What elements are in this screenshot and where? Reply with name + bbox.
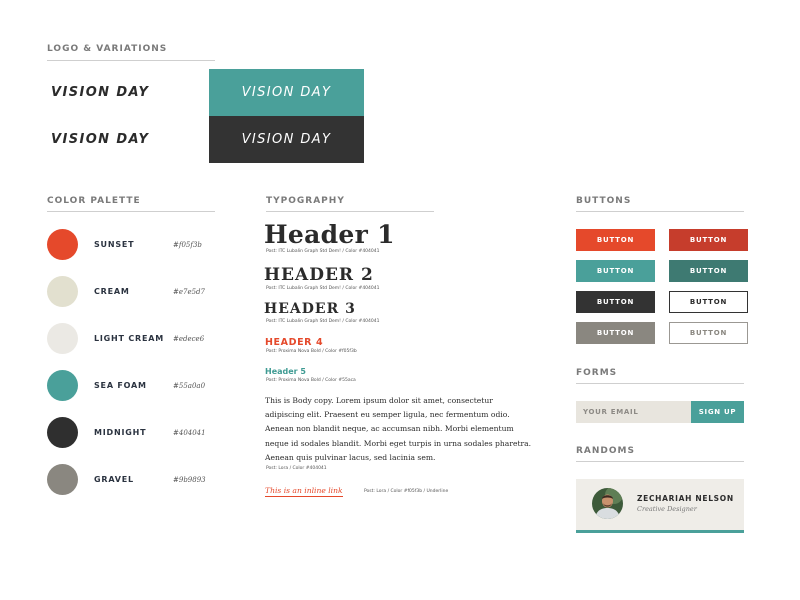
- sample-body-copy: This is Body copy. Lorem ipsum dolor sit…: [265, 396, 532, 462]
- spec-header-1: Post: ITC Lubalin Graph Std Dem! / Color…: [266, 249, 380, 254]
- sample-header-3: HEADER 3: [264, 301, 356, 317]
- swatch-sea-foam: [47, 370, 78, 401]
- button-gravel[interactable]: BUTTON: [576, 322, 655, 344]
- swatch-name: MIDNIGHT: [94, 428, 147, 437]
- spec-header-3: Post: ITC Lubalin Graph Std Dem! / Color…: [266, 319, 380, 324]
- section-title-randoms: RANDOMS: [576, 446, 635, 456]
- swatch-hex: #404041: [173, 429, 206, 437]
- section-divider: [47, 211, 215, 212]
- profile-card-accent: [576, 530, 744, 533]
- swatch-hex: #f05f3b: [173, 241, 202, 249]
- spec-header-2: Post: ITC Lubalin Graph Std Dem! / Color…: [266, 286, 380, 291]
- logo-secondary: VISION DAY: [51, 132, 150, 147]
- logo-midnight-variant: VISION DAY: [209, 116, 364, 163]
- swatch-hex: #edece6: [173, 335, 205, 343]
- section-divider: [266, 211, 434, 212]
- section-divider: [47, 60, 215, 61]
- section-title-logo: LOGO & VARIATIONS: [47, 44, 168, 54]
- swatch-light-cream: [47, 323, 78, 354]
- button-seafoam-dark[interactable]: BUTTON: [669, 260, 748, 282]
- button-seafoam[interactable]: BUTTON: [576, 260, 655, 282]
- swatch-hex: #9b9893: [173, 476, 206, 484]
- button-gravel-outline[interactable]: BUTTON: [669, 322, 748, 344]
- spec-header-5: Post: Proxima Nova Bold / Color #55aca: [266, 378, 356, 383]
- logo-seafoam-text: VISION DAY: [241, 85, 332, 100]
- swatch-name: GRAVEL: [94, 475, 134, 484]
- logo-midnight-text: VISION DAY: [241, 132, 332, 147]
- swatch-gravel: [47, 464, 78, 495]
- section-divider: [576, 383, 744, 384]
- section-title-forms: FORMS: [576, 368, 618, 378]
- section-title-buttons: BUTTONS: [576, 196, 632, 206]
- swatch-cream: [47, 276, 78, 307]
- sample-inline-link[interactable]: This is an inline link: [265, 486, 343, 497]
- sample-header-4: HEADER 4: [265, 337, 324, 348]
- section-divider: [576, 461, 744, 462]
- swatch-hex: #55a0a0: [173, 382, 206, 390]
- signup-button[interactable]: SIGN UP: [691, 401, 744, 423]
- spec-header-4: Post: Proxima Nova Bold / Color #f05f3b: [266, 349, 357, 354]
- avatar: [592, 488, 623, 519]
- swatch-sunset: [47, 229, 78, 260]
- button-sunset[interactable]: BUTTON: [576, 229, 655, 251]
- swatch-name: LIGHT CREAM: [94, 334, 165, 343]
- swatch-midnight: [47, 417, 78, 448]
- button-sunset-dark[interactable]: BUTTON: [669, 229, 748, 251]
- swatch-name: SUNSET: [94, 240, 135, 249]
- sample-header-2: HEADER 2: [264, 265, 374, 285]
- section-title-typography: TYPOGRAPHY: [266, 196, 345, 206]
- swatch-name: CREAM: [94, 287, 130, 296]
- swatch-hex: #e7e5d7: [173, 288, 205, 296]
- logo-seafoam-variant: VISION DAY: [209, 69, 364, 116]
- section-divider: [576, 211, 744, 212]
- swatch-name: SEA FOAM: [94, 381, 147, 390]
- button-midnight-outline[interactable]: BUTTON: [669, 291, 748, 313]
- profile-name: ZECHARIAH NELSON: [637, 494, 734, 503]
- sample-header-1: Header 1: [264, 220, 395, 249]
- spec-inline-link: Post: Lora / Color #f05f3b / Underline: [364, 489, 449, 494]
- logo-primary: VISION DAY: [51, 85, 150, 100]
- profile-role: Creative Designer: [637, 505, 697, 513]
- sample-header-5: Header 5: [265, 367, 306, 376]
- email-field[interactable]: YOUR EMAIL: [576, 401, 691, 423]
- section-title-palette: COLOR PALETTE: [47, 196, 141, 206]
- spec-body-copy: Post: Lora / Color #404041: [266, 466, 327, 471]
- button-midnight[interactable]: BUTTON: [576, 291, 655, 313]
